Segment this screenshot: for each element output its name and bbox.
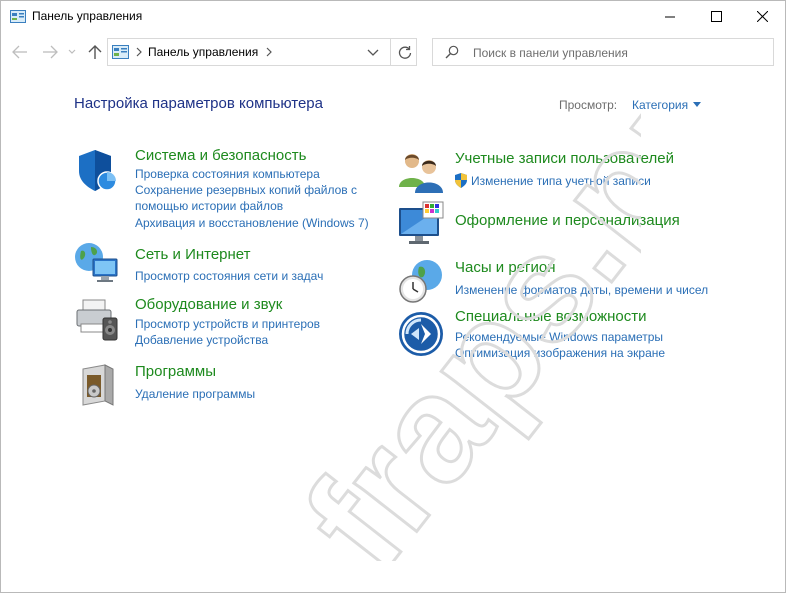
link-backup-restore-win7[interactable]: Архивация и восстановление (Windows 7) (135, 215, 369, 231)
caret-down-icon[interactable] (693, 102, 701, 107)
page-heading: Настройка параметров компьютера (74, 95, 323, 112)
search-box[interactable]: Поиск в панели управления (432, 38, 774, 66)
minimize-button[interactable] (647, 1, 693, 32)
category-clock-region[interactable]: Часы и регион (455, 259, 556, 276)
breadcrumb-chevron-icon[interactable] (135, 47, 143, 57)
appearance-monitor-icon[interactable] (397, 200, 445, 248)
address-bar[interactable]: Панель управления (107, 38, 417, 66)
refresh-icon[interactable] (397, 44, 413, 60)
back-arrow-icon[interactable] (11, 44, 29, 60)
clock-globe-icon[interactable] (397, 257, 445, 305)
link-optimize-display[interactable]: Оптимизация изображения на экране (455, 345, 665, 361)
category-user-accounts[interactable]: Учетные записи пользователей (455, 150, 674, 167)
network-globe-icon[interactable] (73, 239, 121, 287)
window-title: Панель управления (32, 9, 143, 23)
link-recommended-settings[interactable]: Рекомендуемые Windows параметры (455, 329, 663, 345)
maximize-icon (710, 11, 722, 22)
category-hardware-sound[interactable]: Оборудование и звук (135, 296, 282, 313)
link-devices-printers[interactable]: Просмотр устройств и принтеров (135, 316, 320, 332)
search-icon (445, 45, 459, 59)
programs-box-icon[interactable] (77, 361, 125, 409)
link-file-history-backup[interactable]: Сохранение резервных копий файлов с (135, 182, 357, 198)
title-bar[interactable]: Панель управления (1, 1, 785, 33)
category-system-security[interactable]: Система и безопасность (135, 147, 306, 164)
breadcrumb-control-panel[interactable]: Панель управления (148, 45, 258, 59)
link-network-status[interactable]: Просмотр состояния сети и задач (135, 268, 323, 284)
category-ease-of-access[interactable]: Специальные возможности (455, 308, 647, 325)
shield-icon[interactable] (73, 147, 121, 195)
link-uninstall-program[interactable]: Удаление программы (135, 386, 255, 402)
users-icon[interactable] (397, 149, 445, 197)
address-history-chevron-icon[interactable] (366, 47, 380, 59)
maximize-button[interactable] (693, 1, 739, 32)
control-panel-icon (112, 45, 129, 59)
minimize-icon (665, 16, 675, 17)
link-check-computer-status[interactable]: Проверка состояния компьютера (135, 166, 320, 182)
svg-text:fraps.pro: fraps.pro (272, 41, 641, 561)
category-programs[interactable]: Программы (135, 363, 216, 380)
recent-locations-chevron-icon[interactable] (67, 46, 77, 56)
view-by-label: Просмотр: (559, 98, 618, 112)
accessibility-icon[interactable] (397, 310, 445, 358)
forward-arrow-icon[interactable] (41, 44, 59, 60)
printer-speaker-icon[interactable] (73, 296, 121, 344)
view-by-dropdown[interactable]: Категория (632, 98, 688, 112)
close-button[interactable] (739, 1, 785, 32)
search-input[interactable]: Поиск в панели управления (473, 46, 628, 60)
category-network-internet[interactable]: Сеть и Интернет (135, 246, 251, 263)
close-icon (756, 11, 768, 22)
link-file-history-backup-cont[interactable]: помощью истории файлов (135, 198, 283, 214)
link-add-device[interactable]: Добавление устройства (135, 332, 268, 348)
link-change-account-type[interactable]: Изменение типа учетной записи (471, 173, 651, 189)
address-divider (390, 39, 391, 65)
control-panel-app-icon (10, 10, 26, 23)
breadcrumb-chevron-icon[interactable] (265, 47, 273, 57)
uac-shield-icon (455, 173, 467, 188)
category-appearance[interactable]: Оформление и персонализация (455, 212, 680, 229)
control-panel-window: Панель управления Панель управления Поис… (0, 0, 786, 593)
link-date-time-formats[interactable]: Изменение форматов даты, времени и чисел (455, 282, 708, 298)
up-arrow-icon[interactable] (86, 43, 104, 61)
